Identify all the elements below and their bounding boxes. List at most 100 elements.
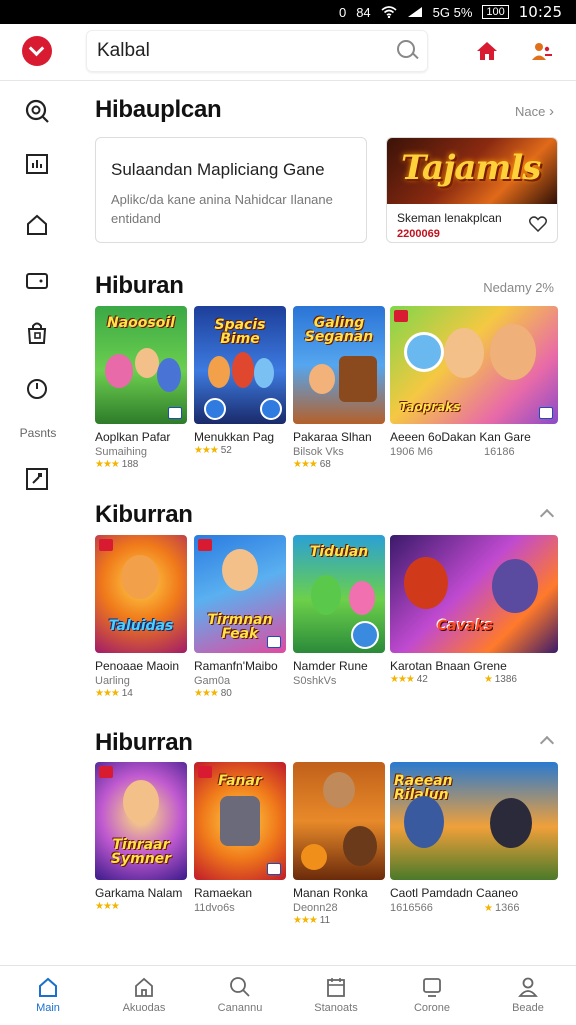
search-bar[interactable]: [86, 30, 428, 72]
star-icon: ★★★: [194, 688, 219, 699]
library-icon[interactable]: [24, 466, 50, 492]
game-card[interactable]: Raeean Rilalun Caotl Pamdadn Caaneo 1616…: [390, 762, 558, 914]
game-subtitle: Bilsok Vks: [293, 446, 344, 458]
game-title: Caotl Pamdadn Caaneo: [390, 886, 519, 900]
game-subtitle: Uarling: [95, 675, 130, 687]
bag-icon[interactable]: [24, 320, 50, 346]
star-icon: ★★★: [194, 445, 219, 456]
game-art: Cavaks: [390, 535, 558, 653]
chart-icon[interactable]: [24, 152, 50, 178]
game-title: Aoplkan Pafar: [95, 430, 171, 444]
featured-card-description: Aplikc/da kane anina Nahidcar Ilanane en…: [111, 192, 333, 226]
notification-count: 0: [338, 4, 347, 20]
game-title: Menukkan Pag: [194, 430, 275, 444]
sidebar: Pasnts: [0, 80, 76, 965]
nav-item-canannu[interactable]: Canannu: [192, 966, 288, 1025]
home-icon: [39, 977, 57, 997]
game-title: Karotan Bnaan Grene: [390, 659, 507, 673]
game-card[interactable]: Tinraar Symner Garkama Nalam ★★★: [95, 762, 187, 912]
cell-signal-icon: [407, 7, 422, 17]
section-title-1: Hiburan: [95, 272, 184, 299]
bottom-navigation: Main Akuodas Canannu Stanoats Corone Bea…: [0, 965, 576, 1025]
game-title: Pakaraa Slhan: [293, 430, 372, 444]
game-art: Raeean Rilalun: [390, 762, 558, 880]
discover-icon[interactable]: [24, 98, 50, 124]
game-art: Taluidas: [95, 535, 187, 653]
nav-item-beade[interactable]: Beade: [480, 966, 576, 1025]
game-card[interactable]: Cavaks Karotan Bnaan Grene ★★★ 42 ★ 1386: [390, 535, 558, 685]
game-card[interactable]: Spacis Bime Menukkan Pag ★★★ 52: [194, 306, 286, 456]
star-icon: ★★★: [95, 901, 120, 912]
search-icon[interactable]: [397, 40, 415, 58]
game-card[interactable]: Taopraks Aeeen 6oDakan Kan Gare 1906 M6 1…: [390, 306, 558, 458]
game-art: Taopraks: [390, 306, 558, 424]
collapse-chevron-icon[interactable]: [539, 508, 555, 524]
search-input[interactable]: [95, 37, 379, 65]
nav-item-main[interactable]: Main: [0, 966, 96, 1025]
game-art: Galing Seganan: [293, 306, 385, 424]
notification-badge: 84: [356, 4, 371, 20]
game-rating: ★★★ 11: [293, 915, 331, 926]
game-card[interactable]: Galing Seganan Pakaraa Slhan Bilsok Vks …: [293, 306, 385, 470]
house-outline-icon: [135, 977, 153, 997]
star-icon: ★★★: [293, 459, 318, 470]
promo-title: Skeman lenakplcan: [397, 211, 502, 225]
app-logo[interactable]: [22, 36, 52, 66]
game-card[interactable]: Manan Ronka Deonn28 ★★★ 11: [293, 762, 385, 926]
game-art: Tirmnan Feak: [194, 535, 286, 653]
clock: 10:25: [518, 3, 562, 21]
network-text: 5G 5%: [432, 4, 473, 20]
section-title-2: Kiburran: [95, 501, 193, 528]
section-more-1[interactable]: Nedamy 2%: [483, 280, 554, 295]
person-icon: [518, 977, 538, 997]
status-bar: 0 84 5G 5% 100 10:25: [0, 0, 576, 24]
star-icon: ★: [484, 903, 493, 914]
account-icon[interactable]: [530, 40, 554, 64]
heart-icon[interactable]: [529, 216, 547, 232]
nav-item-stanoats[interactable]: Stanoats: [288, 966, 384, 1025]
game-art: Fanar: [194, 762, 286, 880]
game-card[interactable]: Tirmnan Feak Ramanfn'Maibo Gam0a ★★★ 80: [194, 535, 286, 699]
home-outline-icon[interactable]: [24, 212, 50, 238]
game-rating: ★★★ 14: [95, 688, 133, 699]
featured-card[interactable]: Sulaandan Mapliciang Gane Aplikc/da kane…: [95, 137, 367, 243]
monitor-icon: [423, 978, 441, 997]
collapse-chevron-icon[interactable]: [539, 735, 555, 751]
game-art: [293, 762, 385, 880]
game-art: Tinraar Symner: [95, 762, 187, 880]
game-subtitle: 1616566 ★ 1366: [390, 902, 520, 914]
star-icon: ★: [484, 674, 493, 685]
promo-banner-image: Tajamls: [387, 138, 557, 204]
sidebar-label[interactable]: Pasnts: [0, 426, 76, 440]
game-subtitle: S0shkVs: [293, 675, 337, 687]
game-rating: ★★★ 68: [293, 459, 331, 470]
nav-item-corone[interactable]: Corone: [384, 966, 480, 1025]
game-art: Spacis Bime: [194, 306, 286, 424]
game-card[interactable]: Naoosoil Aoplkan Pafar Sumaihing ★★★ 188: [95, 306, 187, 470]
game-title: Ramanfn'Maibo: [194, 659, 278, 673]
game-subtitle: Gam0a: [194, 675, 231, 687]
game-title: Namder Rune: [293, 659, 368, 673]
game-subtitle: Deonn28: [293, 902, 338, 914]
wallet-icon[interactable]: [24, 268, 50, 294]
game-subtitle: Sumaihing: [95, 446, 147, 458]
nav-item-akuodas[interactable]: Akuodas: [96, 966, 192, 1025]
clock-icon[interactable]: [24, 376, 50, 402]
promo-price: 2200069: [397, 228, 440, 240]
game-card[interactable]: Taluidas Penoaae Maoin Uarling ★★★ 14: [95, 535, 187, 699]
game-card[interactable]: Fanar Ramaekan 11dvo6s: [194, 762, 286, 914]
chevron-right-icon: ›: [549, 103, 554, 120]
promo-card[interactable]: Tajamls Skeman lenakplcan 2200069: [386, 137, 558, 243]
game-subtitle: 11dvo6s: [194, 902, 235, 914]
game-title: Manan Ronka: [293, 886, 368, 900]
featured-more-link[interactable]: Nace ›: [515, 103, 554, 120]
section-title-3: Hiburran: [95, 729, 193, 756]
game-rating: ★★★ 42 ★ 1386: [390, 674, 517, 685]
game-card[interactable]: Tidulan Namder Rune S0shkVs: [293, 535, 385, 687]
home-icon[interactable]: [476, 40, 498, 62]
game-subtitle: 1906 M6 16186: [390, 446, 515, 458]
featured-section-title: Hibauplcan: [95, 96, 222, 123]
game-title: Ramaekan: [194, 886, 253, 900]
calendar-icon: [327, 978, 345, 997]
game-rating: ★★★ 80: [194, 688, 232, 699]
